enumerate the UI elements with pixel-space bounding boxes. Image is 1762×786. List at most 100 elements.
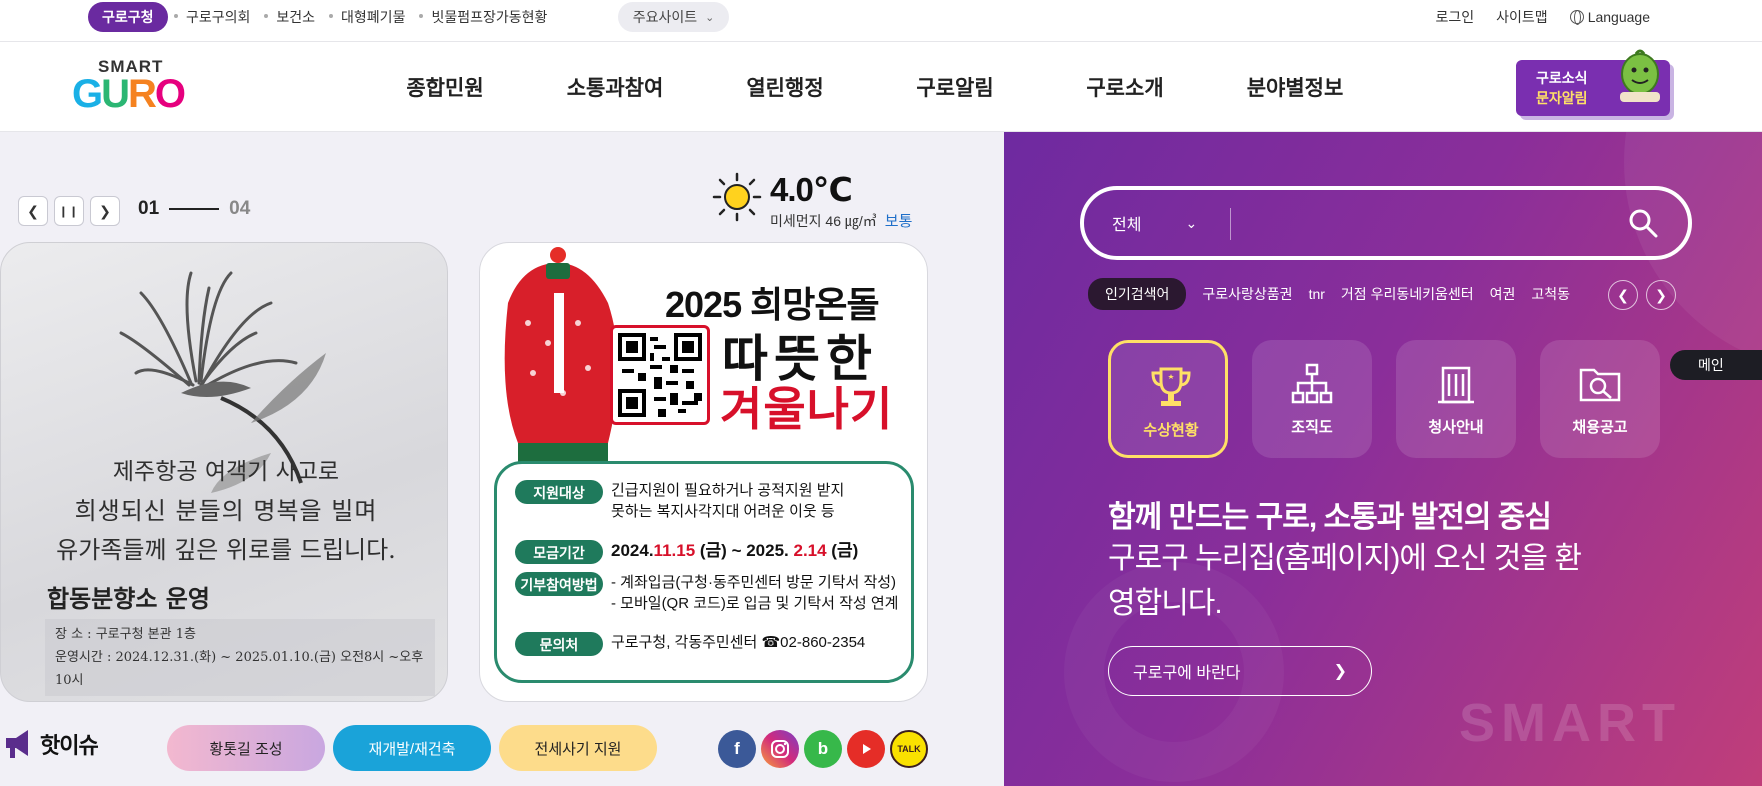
nav-item-open-admin[interactable]: 열린행정 [700,72,870,102]
weather-widget: 4.0℃ 미세먼지 46 ㎍/㎥ 보통 [712,171,972,232]
nav-item-about[interactable]: 구로소개 [1040,72,1210,102]
site-logo[interactable]: SMART GURO [70,57,190,117]
keyword-link[interactable]: 여권 [1490,284,1516,304]
period-start: 11.15 [653,541,696,560]
memorial-info: 장 소 : 구로구청 본관 1층 운영시간 : 2024.12.31.(화) ~… [45,619,435,696]
slide-total: 04 [229,198,251,219]
chevron-left-icon: ❮ [27,202,39,219]
hot-issue-pill-redevelopment[interactable]: 재개발/재건축 [333,725,491,771]
keyword-link[interactable]: 고척동 [1531,284,1570,304]
banner-card-winter[interactable]: 2025 희망온돌 따뜻한 겨울나기 지원대상 긴급지원이 필요하거나 공적지원… [479,242,928,702]
sms-line1: 구로소식 [1536,70,1588,86]
chevron-right-icon: ❯ [1655,286,1667,303]
memorial-line2: 희생되신 분들의 명복을 빌며 [74,497,378,525]
watermark-logo: SMART [1459,693,1681,753]
info-row-period: 모금기간 2024.11.15 (금) ~ 2025. 2.14 (금) [515,540,858,564]
info-tag: 기부참여방법 [515,572,603,596]
winter-info-box: 지원대상 긴급지원이 필요하거나 공적지원 받지 못하는 복지사각지대 어려운 이… [494,461,914,683]
top-link-bulky-waste[interactable]: 대형폐기물 [328,7,405,27]
quick-label: 수상현황 [1143,422,1199,439]
sitemap-link[interactable]: 사이트맵 [1496,7,1548,27]
memorial-title: 합동분향소 운영 [47,584,210,613]
top-link-health-center[interactable]: 보건소 [264,7,315,27]
quick-link-org-chart[interactable]: 조직도 [1252,340,1372,458]
org-chart-icon [1291,363,1333,404]
temperature: 4.0℃ [770,171,853,208]
info-text-line2: 못하는 복지사각지대 어려운 이웃 등 [611,503,835,520]
quick-label: 조직도 [1291,419,1333,436]
left-content-area: ❮ ❙❙ ❯ 01 04 4.0℃ 미세먼지 46 ㎍/㎥ 보통 제주항공 여객… [0,132,1004,786]
sns-links: f b TALK [718,730,928,768]
hope-button[interactable]: 구로구에 바란다 ❯ [1108,646,1372,696]
megaphone-icon [6,730,28,758]
chevron-left-icon: ❮ [1617,286,1629,303]
folder-search-icon [1579,368,1621,402]
info-text-line2: - 모바일(QR 코드)로 입금 및 기탁서 작성 연계 [611,595,899,612]
quick-label: 채용공고 [1572,419,1628,436]
pause-slide-button[interactable]: ❙❙ [54,196,84,226]
fine-dust: 미세먼지 46 ㎍/㎥ 보통 [770,210,912,231]
hot-issue-pill-jeonse-fraud[interactable]: 전세사기 지원 [499,725,657,771]
winter-title3: 겨울나기 [720,383,894,435]
logo-guro-text: GURO [72,72,186,116]
blog-icon[interactable]: b [804,730,842,768]
facebook-icon[interactable]: f [718,730,756,768]
nav-item-civil[interactable]: 종합민원 [360,72,530,102]
memorial-hours: 운영시간 : 2024.12.31.(화) ~ 2025.01.10.(금) 오… [55,650,424,688]
keyword-link[interactable]: 거점 우리동네키움센터 [1341,284,1474,304]
top-right-links: 로그인 사이트맵 Language [1414,0,1650,34]
search-category-value: 전체 [1112,217,1142,234]
chevron-down-icon: ⌄ [1185,214,1198,231]
nav-item-notice[interactable]: 구로알림 [870,72,1040,102]
banner-card-memorial[interactable]: 제주항공 여객기 사고로 희생되신 분들의 명복을 빌며 유가족들께 깊은 위로… [0,242,448,702]
keyword-prev-button[interactable]: ❮ [1608,280,1638,310]
keyword-link[interactable]: 구로사랑상품권 [1202,284,1292,304]
nav-item-info[interactable]: 분야별정보 [1210,72,1380,102]
hot-issue-pill-ocher-road[interactable]: 황톳길 조성 [167,725,325,771]
main-nav: 종합민원 소통과참여 열린행정 구로알림 구로소개 분야별정보 [360,42,1380,132]
search-icon[interactable] [1628,208,1658,238]
quick-link-awards[interactable]: 수상현황 [1108,340,1228,458]
info-text-line1: 긴급지원이 필요하거나 공적지원 받지 [611,482,845,499]
keyword-link[interactable]: tnr [1309,286,1325,302]
chevron-down-icon: ⌄ [705,11,715,24]
period-pre: 2024. [611,541,654,560]
sun-icon [712,172,762,222]
qr-code-image [610,325,710,425]
nav-item-participation[interactable]: 소통과참여 [530,72,700,102]
next-slide-button[interactable]: ❯ [90,196,120,226]
period-end: 2.14 [793,541,827,560]
search-divider [1230,208,1231,240]
instagram-icon[interactable] [761,730,799,768]
login-link[interactable]: 로그인 [1436,7,1475,27]
info-row-contact: 문의처 구로구청, 각동주민센터 ☎02-860-2354 [515,632,865,656]
kakaotalk-icon[interactable]: TALK [890,730,928,768]
info-row-method: 기부참여방법 - 계좌입금(구청·동주민센터 방문 기탁서 작성) - 모바일(Q… [515,572,898,614]
sms-alert-banner[interactable]: 구로소식 문자알림 [1516,49,1670,116]
period-post: (금) [826,541,859,560]
top-links: 구로구의회 보건소 대형폐기물 빗물펌프장가동현황 [173,0,573,34]
pause-icon: ❙❙ [58,205,80,218]
language-link[interactable]: Language [1569,9,1650,25]
info-text: 긴급지원이 필요하거나 공적지원 받지못하는 복지사각지대 어려운 이웃 등 [611,480,844,522]
keyword-next-button[interactable]: ❯ [1646,280,1676,310]
memorial-line1: 제주항공 여객기 사고로 [112,459,340,485]
main-badge[interactable]: 메인 [1670,350,1762,380]
slider-controls: ❮ ❙❙ ❯ [18,196,120,226]
top-link-pump-status[interactable]: 빗물펌프장가동현황 [419,7,547,27]
search-category-select[interactable]: 전체 ⌄ [1112,190,1197,256]
info-row-target: 지원대상 긴급지원이 필요하거나 공적지원 받지 못하는 복지사각지대 어려운 이… [515,480,844,522]
hot-issue-label: 핫이슈 [40,733,99,758]
memorial-place: 장 소 : 구로구청 본관 1층 [55,627,196,642]
quick-link-recruit[interactable]: 채용공고 [1540,340,1660,458]
top-link-council[interactable]: 구로구의회 [173,7,250,27]
prev-slide-button[interactable]: ❮ [18,196,48,226]
gov-site-button[interactable]: 구로구청 [88,2,168,32]
main-sites-dropdown[interactable]: 주요사이트 ⌄ [618,2,729,32]
info-text-line1: - 계좌입금(구청·동주민센터 방문 기탁서 작성) [611,574,897,591]
youtube-icon[interactable] [847,730,885,768]
fine-dust-value: 미세먼지 46 ㎍/㎥ [770,213,877,229]
popular-label: 인기검색어 [1088,278,1187,310]
hero-headline: 함께 만드는 구로, 소통과 발전의 중심 [1108,501,1552,534]
quick-link-building[interactable]: 청사안내 [1396,340,1516,458]
